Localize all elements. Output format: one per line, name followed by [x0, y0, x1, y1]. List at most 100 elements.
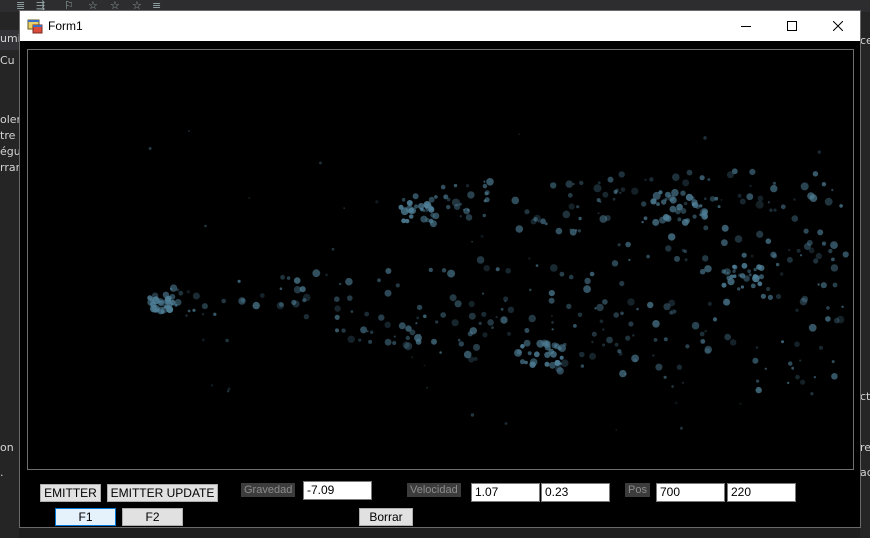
particle — [293, 277, 301, 284]
particle — [831, 373, 838, 380]
particle — [602, 191, 609, 198]
particle — [559, 271, 565, 277]
particle — [775, 293, 782, 300]
f1-button[interactable]: F1 — [55, 508, 116, 526]
title-bar[interactable]: Form1 — [20, 11, 860, 41]
particle — [213, 312, 217, 316]
particle — [319, 161, 322, 165]
particle — [589, 352, 597, 360]
particle — [644, 178, 647, 181]
particle — [415, 322, 418, 325]
particle — [424, 203, 433, 211]
particle — [707, 178, 711, 181]
particle-canvas[interactable] — [27, 49, 854, 470]
particle — [821, 182, 827, 187]
particle — [149, 301, 157, 308]
particle — [624, 373, 627, 376]
emitter-update-button[interactable]: EMITTER UPDATE — [107, 484, 218, 502]
particle — [821, 241, 827, 246]
particle — [165, 300, 173, 309]
particle — [647, 301, 654, 309]
particle — [457, 338, 461, 342]
particle — [589, 271, 595, 277]
particle — [443, 195, 447, 198]
particle — [760, 293, 767, 299]
particle — [483, 180, 486, 183]
particle — [476, 256, 485, 264]
bg-text: re — [860, 441, 870, 454]
particle — [652, 320, 660, 328]
particle — [818, 345, 824, 350]
particle — [757, 195, 764, 202]
particle — [409, 207, 417, 214]
particle — [555, 227, 563, 235]
particle — [544, 222, 548, 226]
particle — [617, 349, 622, 354]
particle — [447, 269, 456, 278]
particle — [535, 264, 539, 267]
particle — [791, 366, 795, 370]
particle — [368, 339, 373, 344]
bg-text: ce — [860, 34, 870, 47]
particle — [412, 193, 419, 200]
particle — [426, 386, 429, 389]
minimize-button[interactable] — [723, 11, 769, 41]
velocidad-y-input[interactable]: 0.23 — [541, 483, 610, 502]
particle — [649, 177, 654, 182]
gravedad-input[interactable]: -7.09 — [303, 481, 372, 500]
particle — [668, 233, 676, 241]
particle — [633, 358, 637, 363]
particle — [619, 191, 622, 194]
pos-x-input[interactable]: 700 — [656, 483, 725, 502]
particle — [620, 311, 624, 316]
particle — [524, 209, 530, 215]
particle — [685, 344, 690, 349]
close-button[interactable] — [815, 11, 861, 41]
pos-y-input[interactable]: 220 — [727, 483, 796, 502]
particle — [753, 267, 757, 272]
particle — [636, 307, 639, 311]
particle — [375, 200, 379, 204]
particle — [440, 312, 447, 318]
particle — [796, 248, 801, 253]
particle — [441, 268, 447, 273]
particle — [467, 191, 475, 199]
particle — [529, 361, 536, 368]
particle — [732, 274, 737, 278]
particle — [788, 361, 793, 366]
f2-button[interactable]: F2 — [122, 508, 183, 526]
velocidad-x-input[interactable]: 1.07 — [471, 483, 540, 502]
particle — [520, 344, 525, 349]
particle — [201, 338, 205, 342]
particle — [842, 251, 849, 258]
particle — [449, 294, 457, 302]
maximize-button[interactable] — [769, 11, 815, 41]
particle — [548, 290, 555, 297]
particle — [599, 319, 604, 324]
particle — [484, 197, 490, 203]
particle — [681, 381, 684, 384]
particle — [409, 329, 416, 336]
particle — [414, 334, 422, 342]
particle — [345, 277, 353, 286]
particle — [458, 341, 464, 347]
bg-text: Cu — [0, 54, 15, 67]
particle — [188, 130, 190, 132]
particle — [617, 243, 621, 247]
particle — [772, 181, 777, 185]
particle — [543, 341, 548, 346]
particle — [463, 350, 472, 359]
particle — [679, 426, 683, 430]
particle — [607, 176, 614, 183]
borrar-button[interactable]: Borrar — [359, 508, 413, 526]
particle — [841, 305, 844, 308]
particle — [248, 196, 251, 199]
particle — [770, 184, 778, 193]
particle — [439, 351, 442, 354]
particle — [434, 195, 438, 199]
particle — [548, 348, 554, 355]
particle — [593, 184, 602, 193]
particle — [370, 330, 374, 334]
particle — [780, 272, 784, 276]
emitter-button[interactable]: EMITTER — [40, 484, 101, 502]
